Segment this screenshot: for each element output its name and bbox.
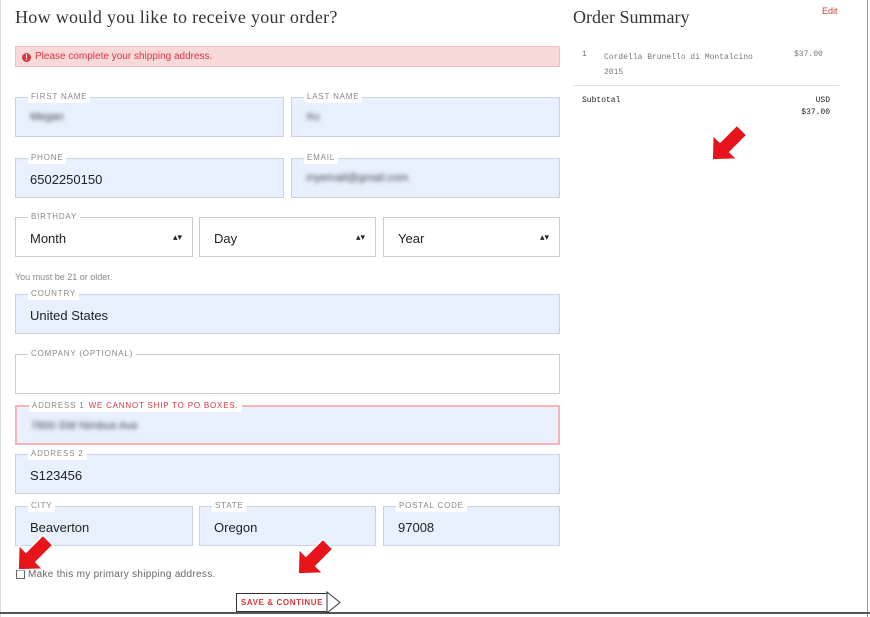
item-name: Cordella Brunello di Montalcino 2015 (604, 53, 753, 77)
first-name-value: Megan (30, 111, 64, 123)
address2-label: ADDRESS 2 (28, 448, 87, 460)
error-alert: ! Please complete your shipping address. (15, 46, 560, 67)
address1-label-text: ADDRESS 1 (32, 401, 85, 410)
phone-field[interactable]: PHONE 6502250150 (15, 152, 284, 198)
annotation-arrow-icon (17, 534, 54, 571)
alert-text: Please complete your shipping address. (35, 51, 213, 62)
select-caret-icon: ▴▾ (172, 232, 182, 242)
save-continue-button[interactable]: SAVE & CONTINUE (236, 593, 328, 612)
summary-divider (573, 85, 839, 86)
alert-circle-icon: ! (22, 53, 31, 62)
summary-title: Order Summary (573, 7, 690, 27)
item-price: $37.00 (794, 50, 823, 59)
last-name-label: LAST NAME (304, 91, 363, 103)
address1-field[interactable]: ADDRESS 1 WE CANNOT SHIP TO PO BOXES. 780… (15, 400, 560, 445)
address2-field[interactable]: ADDRESS 2 S123456 (15, 448, 560, 494)
primary-address-label[interactable]: Make this my primary shipping address. (28, 569, 216, 580)
company-field[interactable]: COMPANY (OPTIONAL) (15, 348, 560, 394)
postal-code-value: 97008 (398, 520, 435, 535)
form-title: How would you like to receive your order… (15, 7, 338, 27)
subtotal-currency: USD (815, 96, 830, 105)
month-value: Month (30, 231, 67, 246)
birthday-month-select[interactable]: BIRTHDAY Month ▴▾ (15, 211, 193, 257)
state-field[interactable]: STATE Oregon (199, 500, 376, 546)
city-label: CITY (28, 500, 56, 512)
birthday-year-select[interactable]: Year ▴▾ (383, 217, 560, 257)
bottom-divider (0, 612, 870, 614)
address2-value: S123456 (30, 468, 83, 483)
subtotal-label: Subtotal (582, 96, 621, 105)
address1-label: ADDRESS 1 WE CANNOT SHIP TO PO BOXES. (29, 400, 242, 412)
day-value: Day (214, 231, 238, 246)
first-name-field[interactable]: FIRST NAME Megan (15, 91, 284, 137)
address1-error: WE CANNOT SHIP TO PO BOXES. (88, 401, 239, 410)
state-value: Oregon (214, 520, 258, 535)
postal-code-field[interactable]: POSTAL CODE 97008 (383, 500, 560, 546)
select-caret-icon: ▴▾ (539, 232, 549, 242)
last-name-value: Xu (306, 111, 320, 123)
first-name-label: FIRST NAME (28, 91, 91, 103)
company-label: COMPANY (OPTIONAL) (28, 348, 137, 360)
phone-label: PHONE (28, 152, 67, 164)
country-label: COUNTRY (28, 288, 80, 300)
country-value: United States (30, 308, 109, 323)
phone-value: 6502250150 (30, 172, 103, 187)
state-label: STATE (212, 500, 247, 512)
year-value: Year (398, 231, 425, 246)
birthday-day-select[interactable]: Day ▴▾ (199, 217, 376, 257)
email-value: myemail@gmail.com (306, 172, 409, 184)
annotation-arrow-icon (711, 124, 748, 161)
select-caret-icon: ▴▾ (355, 232, 365, 242)
birthday-label: BIRTHDAY (28, 211, 81, 223)
subtotal-value: $37.00 (801, 108, 830, 117)
item-quantity: 1 (582, 50, 587, 59)
postal-code-label: POSTAL CODE (396, 500, 467, 512)
address1-value: 7800 SW Nimbus Ave (31, 420, 138, 432)
annotation-arrow-icon (297, 538, 334, 575)
email-label: EMAIL (304, 152, 339, 164)
last-name-field[interactable]: LAST NAME Xu (291, 91, 560, 137)
edit-link[interactable]: Edit (822, 6, 838, 16)
country-field[interactable]: COUNTRY United States (15, 288, 560, 334)
arrow-right-icon (326, 591, 341, 614)
age-note: You must be 21 or older. (15, 272, 113, 282)
email-field[interactable]: EMAIL myemail@gmail.com (291, 152, 560, 198)
